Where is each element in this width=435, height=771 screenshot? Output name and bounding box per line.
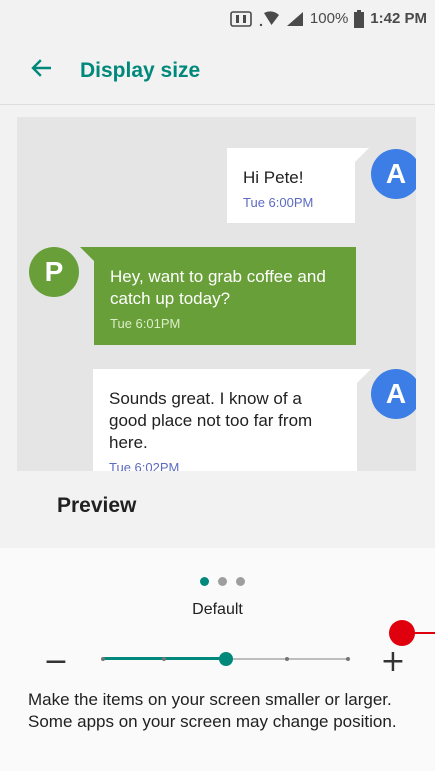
bubble-tail — [357, 369, 371, 383]
preview-pane: Hi Pete! Tue 6:00PM A Hey, want to grab … — [17, 117, 416, 471]
bubble-tail — [355, 148, 369, 162]
touch-indicator-trail — [413, 632, 435, 634]
back-button[interactable] — [16, 46, 66, 96]
message-text: Sounds great. I know of a good place not… — [109, 389, 313, 452]
page-indicator — [200, 577, 245, 586]
signal-icon — [286, 11, 304, 27]
slider-tick — [162, 657, 167, 661]
clock: 1:42 PM — [370, 10, 427, 27]
page-dot[interactable] — [218, 577, 227, 586]
battery-icon — [354, 9, 365, 28]
wifi-icon — [258, 10, 280, 27]
page-dot-active[interactable] — [200, 577, 209, 586]
avatar: A — [371, 369, 416, 419]
decrease-size-button[interactable]: − — [36, 641, 76, 681]
slider-thumb[interactable] — [218, 652, 233, 666]
page-title: Display size — [80, 58, 201, 82]
app-bar: Display size — [0, 37, 435, 105]
slider-tick — [284, 657, 289, 661]
message-time: Tue 6:00PM — [243, 195, 314, 210]
size-label: Default — [192, 601, 243, 618]
slider-tick — [101, 657, 105, 661]
increase-size-button[interactable]: + — [373, 641, 413, 681]
nfc-icon — [230, 10, 252, 27]
display-size-slider[interactable] — [101, 651, 350, 667]
bubble-tail — [80, 247, 94, 261]
preview-label: Preview — [57, 494, 137, 517]
avatar: P — [29, 247, 79, 297]
avatar: A — [371, 149, 416, 199]
touch-indicator — [389, 620, 415, 646]
message-time: Tue 6:02PM — [109, 460, 180, 471]
page-dot[interactable] — [236, 577, 245, 586]
message-text: Hey, want to grab coffee and catch up to… — [110, 267, 326, 308]
battery-percent: 100% — [309, 10, 349, 27]
arrow-back-icon — [31, 58, 52, 83]
slider-tick — [346, 657, 350, 661]
message-text: Hi Pete! — [243, 168, 304, 187]
message-bubble: Hey, want to grab coffee and catch up to… — [80, 247, 356, 345]
message-time: Tue 6:01PM — [110, 316, 181, 331]
message-bubble: Hi Pete! Tue 6:00PM — [227, 148, 369, 223]
message-bubble: Sounds great. I know of a good place not… — [93, 369, 371, 471]
status-bar: 100% 1:42 PM — [0, 0, 435, 37]
description-text: Make the items on your screen smaller or… — [28, 690, 397, 731]
